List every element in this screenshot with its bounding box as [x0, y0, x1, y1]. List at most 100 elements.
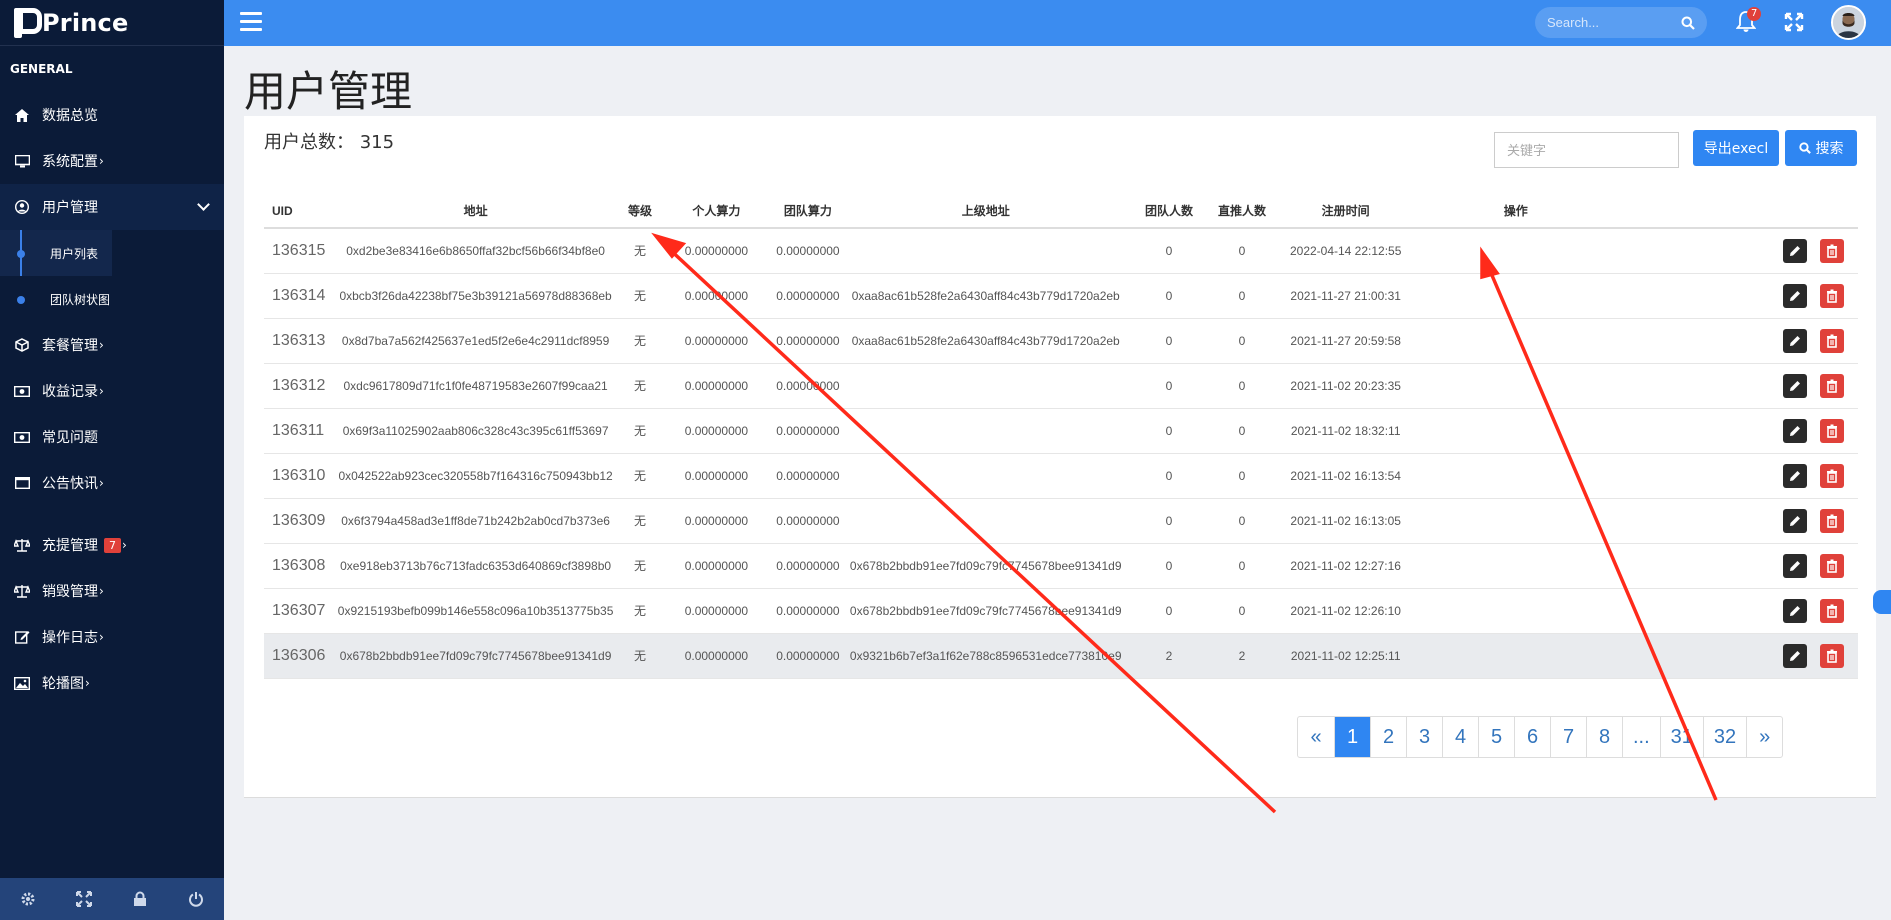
cell-direct-referrals: 0	[1216, 543, 1268, 589]
edit-button[interactable]	[1783, 508, 1807, 533]
cell-actions	[1423, 363, 1858, 409]
sidebar-item-dashboard[interactable]: 数据总览	[0, 92, 224, 138]
cell-parent-address: 0x9321b6b7ef3a1f62e788c8596531edce773810…	[849, 633, 1122, 679]
pagination-page[interactable]: 2	[1370, 717, 1406, 757]
sidebar-item-operation-log[interactable]: 操作日志 ›	[0, 614, 224, 660]
cell-personal-hashrate: 0.00000000	[666, 408, 767, 454]
count-badge: 7	[104, 537, 121, 553]
edit-button[interactable]	[1783, 238, 1807, 263]
avatar[interactable]	[1831, 5, 1866, 40]
export-excel-button[interactable]: 导出execl	[1693, 130, 1779, 166]
delete-button[interactable]	[1820, 553, 1844, 578]
header-search-input[interactable]	[1535, 7, 1665, 38]
edit-button[interactable]	[1783, 463, 1807, 488]
lock-icon[interactable]	[131, 890, 149, 908]
search-icon[interactable]	[1681, 15, 1695, 34]
pencil-icon	[1790, 290, 1800, 301]
column-header-team-hashrate[interactable]: 团队算力	[766, 194, 850, 229]
sidebar-item-earnings[interactable]: 收益记录 ›	[0, 368, 224, 414]
cell-actions	[1423, 453, 1858, 499]
brand[interactable]: Prince	[0, 0, 224, 46]
sidebar-item-burn-management[interactable]: 销毁管理 ›	[0, 568, 224, 614]
pagination-page[interactable]: 31	[1659, 717, 1703, 757]
cell-actions	[1423, 543, 1858, 589]
search-button[interactable]: 搜索	[1785, 130, 1857, 166]
cell-parent-address	[849, 408, 1122, 454]
cell-actions	[1423, 408, 1858, 454]
column-header-personal-hashrate[interactable]: 个人算力	[666, 194, 767, 229]
column-header-parent-address[interactable]: 上级地址	[849, 194, 1122, 229]
pagination-page[interactable]: 1	[1334, 717, 1370, 757]
edit-button[interactable]	[1783, 598, 1807, 623]
cell-team-size: 0	[1121, 498, 1217, 544]
fullscreen-icon[interactable]	[75, 890, 93, 908]
cell-parent-address: 0xaa8ac61b528fe2a6430aff84c43b779d1720a2…	[849, 318, 1122, 364]
pagination-page[interactable]: 6	[1514, 717, 1550, 757]
fullscreen-icon[interactable]	[1784, 12, 1804, 36]
column-header-address[interactable]: 地址	[337, 194, 614, 229]
sidebar-item-deposit-withdraw[interactable]: 充提管理 7 ›	[0, 522, 224, 568]
top-navbar: 7	[224, 0, 1891, 46]
scale-icon	[14, 583, 30, 599]
sidebar-item-system-config[interactable]: 系统配置 ›	[0, 138, 224, 184]
sidebar-item-label: 充提管理	[42, 538, 98, 554]
cell-register-time: 2021-11-02 18:32:11	[1267, 408, 1424, 454]
power-icon[interactable]	[187, 890, 205, 908]
pagination-next[interactable]: »	[1746, 717, 1782, 757]
sidebar-item-package-management[interactable]: 套餐管理 ›	[0, 322, 224, 368]
delete-button[interactable]	[1820, 463, 1844, 488]
pagination-page[interactable]: 32	[1702, 717, 1746, 757]
cell-team-hashrate: 0.00000000	[766, 408, 850, 454]
pagination-page[interactable]: 8	[1586, 717, 1622, 757]
pencil-icon	[1790, 605, 1800, 616]
edit-button[interactable]	[1783, 373, 1807, 398]
edit-button[interactable]	[1783, 283, 1807, 308]
link-tab-icon[interactable]	[1873, 590, 1891, 614]
cell-team-hashrate: 0.00000000	[766, 363, 850, 409]
delete-button[interactable]	[1820, 373, 1844, 398]
pagination-page[interactable]: 7	[1550, 717, 1586, 757]
sidebar-item-user-management[interactable]: 用户管理	[0, 184, 224, 230]
gear-icon[interactable]	[19, 890, 37, 908]
sidebar-subitem-user-list[interactable]: 用户列表	[0, 230, 112, 276]
sidebar-item-faq[interactable]: 常见问题	[0, 414, 224, 460]
cell-level: 无	[613, 318, 667, 364]
menu-toggle-icon[interactable]	[240, 12, 262, 32]
column-header-team-size[interactable]: 团队人数	[1121, 194, 1217, 229]
delete-button[interactable]	[1820, 643, 1844, 668]
sidebar-item-announcements[interactable]: 公告快讯 ›	[0, 460, 224, 506]
cell-register-time: 2021-11-27 20:59:58	[1267, 318, 1424, 364]
pagination-page[interactable]: 4	[1442, 717, 1478, 757]
delete-button[interactable]	[1820, 283, 1844, 308]
column-header-register-time[interactable]: 注册时间	[1267, 194, 1424, 229]
delete-button[interactable]	[1820, 418, 1844, 443]
pagination-page[interactable]: ...	[1622, 717, 1660, 757]
bullet-icon	[17, 296, 25, 304]
edit-button[interactable]	[1783, 643, 1807, 668]
table-row: 136306 0x678b2bbdb91ee7fd09c79fc7745678be…	[264, 633, 1858, 679]
edit-button[interactable]	[1783, 328, 1807, 353]
delete-button[interactable]	[1820, 328, 1844, 353]
chevron-right-icon: ›	[122, 538, 127, 552]
pagination-prev[interactable]: «	[1298, 717, 1334, 757]
column-header-uid[interactable]: UID	[264, 194, 338, 229]
notifications[interactable]: 7	[1735, 7, 1762, 34]
sidebar-item-label: 系统配置	[42, 154, 98, 170]
cell-personal-hashrate: 0.00000000	[666, 453, 767, 499]
cell-address: 0xdc9617809d71fc1f0fe48719583e2607f99caa…	[337, 363, 614, 409]
keyword-input[interactable]	[1494, 132, 1679, 168]
delete-button[interactable]	[1820, 508, 1844, 533]
edit-button[interactable]	[1783, 553, 1807, 578]
column-header-level[interactable]: 等级	[613, 194, 667, 229]
edit-button[interactable]	[1783, 418, 1807, 443]
sidebar-item-carousel[interactable]: 轮播图 ›	[0, 660, 224, 706]
pagination-page[interactable]: 3	[1406, 717, 1442, 757]
cell-actions	[1423, 273, 1858, 319]
delete-button[interactable]	[1820, 238, 1844, 263]
delete-button[interactable]	[1820, 598, 1844, 623]
table-row: 136307 0x9215193befb099b146e558c096a10b35…	[264, 588, 1858, 634]
pagination-page[interactable]: 5	[1478, 717, 1514, 757]
sidebar-subitem-team-tree[interactable]: 团队树状图	[0, 276, 224, 322]
cell-address: 0x69f3a11025902aab806c328c43c395c61ff536…	[337, 408, 614, 454]
column-header-direct-referrals[interactable]: 直推人数	[1216, 194, 1268, 229]
